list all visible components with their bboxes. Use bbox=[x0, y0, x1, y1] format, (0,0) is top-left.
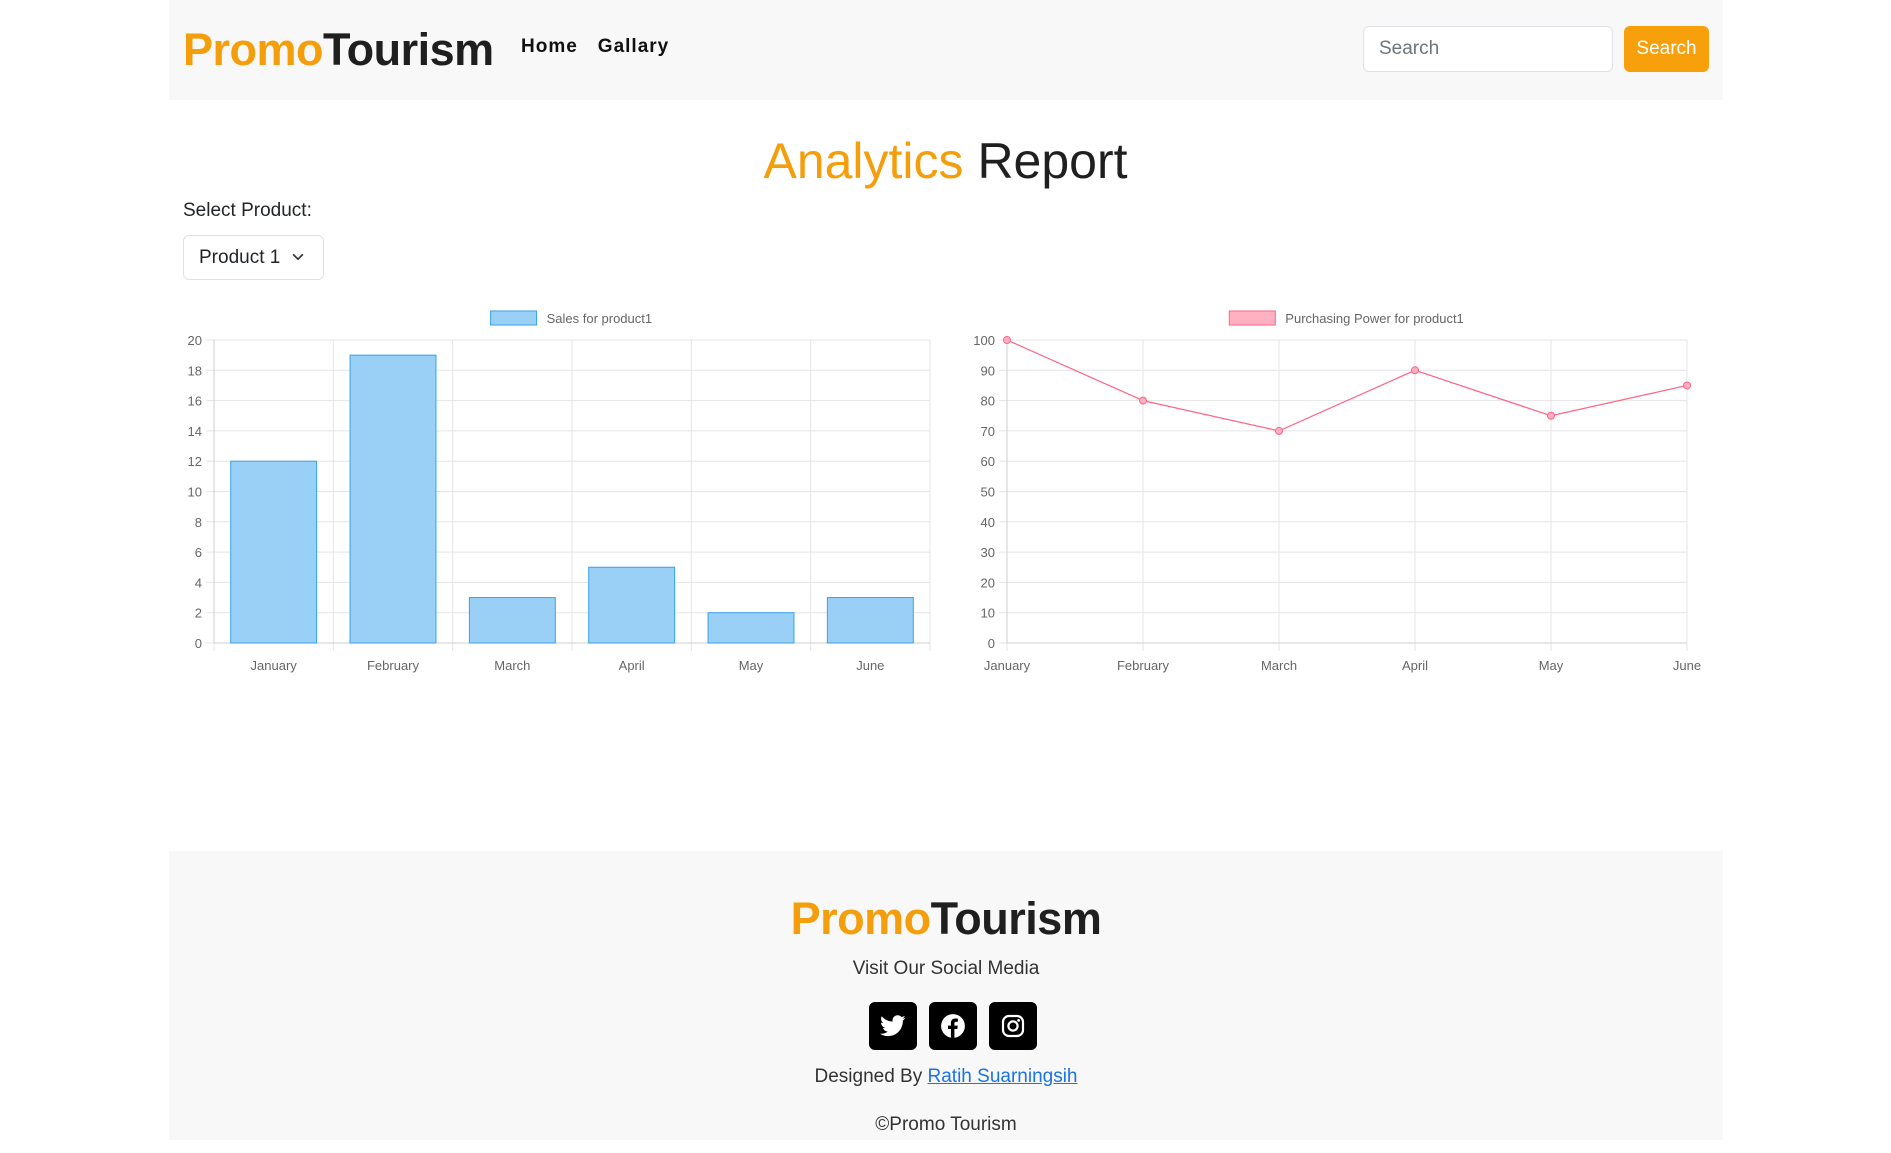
x-tick-label: January bbox=[984, 658, 1031, 673]
bar bbox=[349, 354, 437, 644]
series-line bbox=[1006, 339, 1688, 432]
page-title-accent: Analytics bbox=[763, 133, 964, 189]
designer-link[interactable]: Ratih Suarningsih bbox=[928, 1066, 1078, 1087]
select-product-label: Select Product: bbox=[183, 200, 312, 221]
instagram-icon bbox=[1001, 1014, 1025, 1038]
x-tick-label: January bbox=[251, 658, 298, 673]
y-tick-label: 10 bbox=[188, 485, 202, 500]
y-tick-label: 0 bbox=[988, 636, 995, 651]
page-title-rest: Report bbox=[977, 133, 1128, 189]
x-tick-label: May bbox=[739, 658, 764, 673]
page-title: Analytics Report bbox=[0, 131, 1891, 191]
x-tick-label: April bbox=[1402, 658, 1428, 673]
y-tick-label: 8 bbox=[195, 515, 202, 530]
brand-logo[interactable]: PromoTourism bbox=[183, 24, 494, 76]
y-tick-label: 14 bbox=[188, 424, 202, 439]
bar bbox=[826, 597, 914, 644]
x-tick-label: April bbox=[619, 658, 645, 673]
sales-bar-chart: Sales for product1 0 2 4 6 8 10 12 14 16 18 20 Janua… bbox=[180, 305, 934, 675]
x-tick-label: June bbox=[1673, 658, 1701, 673]
y-tick-label: 16 bbox=[188, 394, 202, 409]
data-point bbox=[1275, 426, 1283, 435]
designed-by: Designed By Ratih Suarningsih bbox=[169, 1066, 1723, 1088]
bar bbox=[588, 566, 676, 644]
y-tick-label: 80 bbox=[981, 394, 995, 409]
y-tick-label: 20 bbox=[981, 575, 995, 590]
y-tick-label: 0 bbox=[195, 636, 202, 651]
x-tick-label: February bbox=[1117, 658, 1170, 673]
y-tick-label: 18 bbox=[188, 363, 202, 378]
legend-swatch bbox=[490, 310, 538, 326]
nav-home-link[interactable]: Home bbox=[521, 36, 578, 58]
chevron-down-icon bbox=[292, 253, 304, 261]
search-input[interactable] bbox=[1363, 26, 1613, 72]
purchasing-power-line-chart: Purchasing Power for product1 0 10 20 30 40 50… bbox=[960, 305, 1710, 675]
nav-gallery-link[interactable]: Gallary bbox=[598, 36, 669, 58]
x-tick-label: June bbox=[856, 658, 884, 673]
copyright: ©Promo Tourism bbox=[875, 1114, 1017, 1135]
y-tick-label: 30 bbox=[981, 545, 995, 560]
x-tick-label: February bbox=[367, 658, 420, 673]
x-tick-label: May bbox=[1539, 658, 1564, 673]
y-tick-label: 6 bbox=[195, 545, 202, 560]
nav-links: Home Gallary bbox=[521, 36, 669, 58]
search-button[interactable]: Search bbox=[1624, 26, 1709, 72]
x-tick-label: March bbox=[1261, 658, 1297, 673]
y-tick-label: 50 bbox=[981, 485, 995, 500]
y-tick-label: 40 bbox=[981, 515, 995, 530]
brand-rest: Tourism bbox=[323, 24, 494, 75]
sales-bar-chart-svg: Sales for product1 0 2 4 6 8 10 12 14 16 18 20 Janua… bbox=[188, 310, 931, 673]
y-tick-label: 100 bbox=[973, 333, 995, 348]
social-media-text: Visit Our Social Media bbox=[852, 958, 1040, 979]
x-tick-label: March bbox=[494, 658, 530, 673]
footer-brand-accent: Promo bbox=[790, 893, 932, 944]
facebook-icon bbox=[941, 1014, 965, 1038]
y-tick-label: 10 bbox=[981, 606, 995, 621]
product-select[interactable]: Product 1 bbox=[183, 235, 324, 280]
bar bbox=[707, 612, 795, 644]
y-tick-label: 12 bbox=[188, 454, 202, 469]
data-point bbox=[1003, 336, 1011, 344]
navbar: PromoTourism Home Gallary Search bbox=[169, 0, 1723, 100]
instagram-button[interactable] bbox=[989, 1002, 1037, 1050]
brand-accent: Promo bbox=[183, 24, 324, 75]
designed-by-text: Designed By bbox=[814, 1066, 923, 1087]
y-tick-label: 90 bbox=[981, 363, 995, 378]
footer-brand-rest: Tourism bbox=[930, 893, 1102, 944]
y-tick-label: 2 bbox=[195, 606, 202, 621]
data-point bbox=[1411, 366, 1419, 375]
data-point bbox=[1683, 381, 1691, 390]
legend-label: Purchasing Power for product1 bbox=[1285, 311, 1463, 326]
legend-label: Sales for product1 bbox=[547, 311, 653, 326]
product-select-value: Product 1 bbox=[199, 246, 281, 268]
y-tick-label: 20 bbox=[188, 333, 202, 348]
social-links bbox=[869, 1002, 1037, 1050]
data-point bbox=[1547, 411, 1555, 420]
twitter-button[interactable] bbox=[869, 1002, 917, 1050]
y-tick-label: 60 bbox=[981, 454, 995, 469]
y-tick-label: 70 bbox=[981, 424, 995, 439]
bar bbox=[230, 460, 318, 644]
purchasing-power-line-chart-svg: Purchasing Power for product1 0 10 20 30 40 50… bbox=[973, 310, 1701, 673]
twitter-icon bbox=[880, 1015, 906, 1037]
legend-swatch bbox=[1228, 310, 1276, 326]
y-tick-label: 4 bbox=[195, 575, 202, 590]
facebook-button[interactable] bbox=[929, 1002, 977, 1050]
bar bbox=[468, 597, 556, 644]
data-point bbox=[1139, 396, 1147, 405]
footer-brand-logo: PromoTourism bbox=[169, 893, 1723, 945]
